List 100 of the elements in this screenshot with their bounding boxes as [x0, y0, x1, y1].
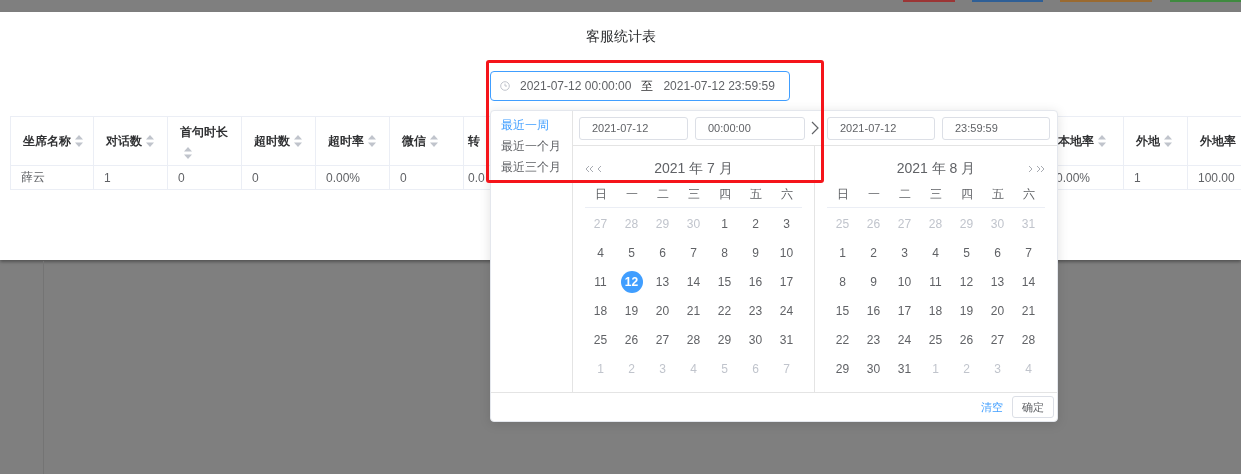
calendar-day[interactable]: 23	[862, 328, 885, 351]
calendar-day[interactable]: 17	[775, 270, 798, 293]
column-label: 超时数	[254, 132, 290, 150]
chevron-right-icon	[811, 121, 819, 135]
calendar-day[interactable]: 25	[589, 328, 612, 351]
table-cell: 0	[242, 166, 316, 190]
chevron-right-icon	[1028, 165, 1033, 173]
calendar-day[interactable]: 9	[862, 270, 885, 293]
calendar-day[interactable]: 14	[1017, 270, 1040, 293]
calendar-day[interactable]: 29	[713, 328, 736, 351]
calendar-day[interactable]: 7	[682, 241, 705, 264]
calendar-day[interactable]: 13	[651, 270, 674, 293]
weekday-label: 日	[836, 185, 849, 203]
calendar-day[interactable]: 3	[893, 241, 916, 264]
calendar-day[interactable]: 29	[831, 357, 854, 380]
calendar-day[interactable]: 14	[682, 270, 705, 293]
calendar-day[interactable]: 13	[986, 270, 1009, 293]
calendar-day[interactable]: 9	[744, 241, 767, 264]
start-time-field[interactable]: 00:00:00	[695, 116, 805, 140]
calendar-day[interactable]: 30	[744, 328, 767, 351]
weekday-label: 三	[929, 185, 942, 203]
calendar-day[interactable]: 11	[924, 270, 947, 293]
table-cell: 0	[168, 166, 242, 190]
calendar-day[interactable]: 1	[831, 241, 854, 264]
weekday-label: 六	[780, 185, 793, 203]
range-end-text: 2021-07-12 23:59:59	[663, 79, 775, 93]
calendar-day[interactable]: 5	[620, 241, 643, 264]
table-cell: 1	[1124, 166, 1188, 190]
clock-icon	[500, 81, 510, 91]
calendar-day[interactable]: 2	[744, 212, 767, 235]
calendar-day[interactable]: 15	[713, 270, 736, 293]
weekday-label: 一	[625, 185, 638, 203]
column-header[interactable]: 微信	[390, 116, 464, 166]
calendar-day[interactable]: 6	[986, 241, 1009, 264]
date-range-field[interactable]: 2021-07-12 00:00:00 至 2021-07-12 23:59:59	[490, 71, 790, 101]
calendar-day[interactable]: 4	[924, 241, 947, 264]
calendar-day[interactable]: 26	[620, 328, 643, 351]
confirm-button[interactable]: 确定	[1012, 396, 1054, 418]
calendar-day[interactable]: 18	[589, 299, 612, 322]
calendar-day[interactable]: 30	[862, 357, 885, 380]
chevron-left-icon	[597, 165, 602, 173]
calendar-day[interactable]: 23	[744, 299, 767, 322]
calendar-day[interactable]: 19	[955, 299, 978, 322]
calendar-day[interactable]: 15	[831, 299, 854, 322]
calendar-day[interactable]: 8	[831, 270, 854, 293]
calendar-day[interactable]: 19	[620, 299, 643, 322]
column-label: 微信	[402, 132, 426, 150]
calendar-day[interactable]: 16	[862, 299, 885, 322]
calendar-day[interactable]: 10	[893, 270, 916, 293]
calendar-day[interactable]: 20	[651, 299, 674, 322]
calendar-day[interactable]: 3	[775, 212, 798, 235]
calendar-day[interactable]: 22	[713, 299, 736, 322]
calendar-day[interactable]: 18	[924, 299, 947, 322]
calendar-day[interactable]: 24	[775, 299, 798, 322]
calendar-day[interactable]: 21	[1017, 299, 1040, 322]
column-header[interactable]: 对话数	[94, 116, 168, 166]
calendar-day[interactable]: 22	[831, 328, 854, 351]
column-label: 外地率	[1200, 132, 1236, 150]
calendar-day[interactable]: 6	[651, 241, 674, 264]
calendar-day[interactable]: 21	[682, 299, 705, 322]
calendar-day[interactable]: 7	[1017, 241, 1040, 264]
calendar-day[interactable]: 17	[893, 299, 916, 322]
calendar-day[interactable]: 28	[1017, 328, 1040, 351]
column-header[interactable]: 外地率	[1188, 116, 1241, 166]
table-cell: 1	[94, 166, 168, 190]
shortcut-item[interactable]: 最近一个月	[491, 136, 572, 157]
start-date-field[interactable]: 2021-07-12	[579, 116, 688, 140]
column-header[interactable]: 超时率	[316, 116, 390, 166]
weekday-label: 六	[1022, 185, 1035, 203]
calendar-day[interactable]: 8	[713, 241, 736, 264]
end-date-field[interactable]: 2021-07-12	[827, 116, 935, 140]
calendar-day[interactable]: 28	[682, 328, 705, 351]
column-header[interactable]: 超时数	[242, 116, 316, 166]
calendar-day[interactable]: 24	[893, 328, 916, 351]
calendar-day[interactable]: 27	[651, 328, 674, 351]
calendar-day[interactable]: 26	[955, 328, 978, 351]
weekday-label: 三	[687, 185, 700, 203]
calendar-day[interactable]: 31	[893, 357, 916, 380]
calendar-day[interactable]: 5	[955, 241, 978, 264]
calendar-day[interactable]: 25	[924, 328, 947, 351]
calendar-day[interactable]: 4	[589, 241, 612, 264]
double-chevron-right-icon	[1036, 165, 1045, 173]
weekday-label: 日	[594, 185, 607, 203]
calendar-day[interactable]: 12	[955, 270, 978, 293]
end-time-field[interactable]: 23:59:59	[942, 116, 1050, 140]
column-header[interactable]: 首句时长	[168, 116, 242, 166]
column-label: 转	[468, 132, 480, 150]
calendar-day[interactable]: 20	[986, 299, 1009, 322]
calendar-day[interactable]: 31	[775, 328, 798, 351]
calendar-day[interactable]: 10	[775, 241, 798, 264]
column-label: 本地率	[1058, 132, 1094, 150]
calendar-day[interactable]: 2	[862, 241, 885, 264]
column-header[interactable]: 坐席名称	[10, 116, 94, 166]
column-label: 首句时长	[180, 123, 228, 141]
column-header[interactable]: 外地	[1124, 116, 1188, 166]
calendar-day[interactable]: 1	[713, 212, 736, 235]
calendar-day[interactable]: 16	[744, 270, 767, 293]
weekday-label: 五	[749, 185, 762, 203]
calendar-day[interactable]: 27	[986, 328, 1009, 351]
calendar-day[interactable]: 11	[589, 270, 612, 293]
